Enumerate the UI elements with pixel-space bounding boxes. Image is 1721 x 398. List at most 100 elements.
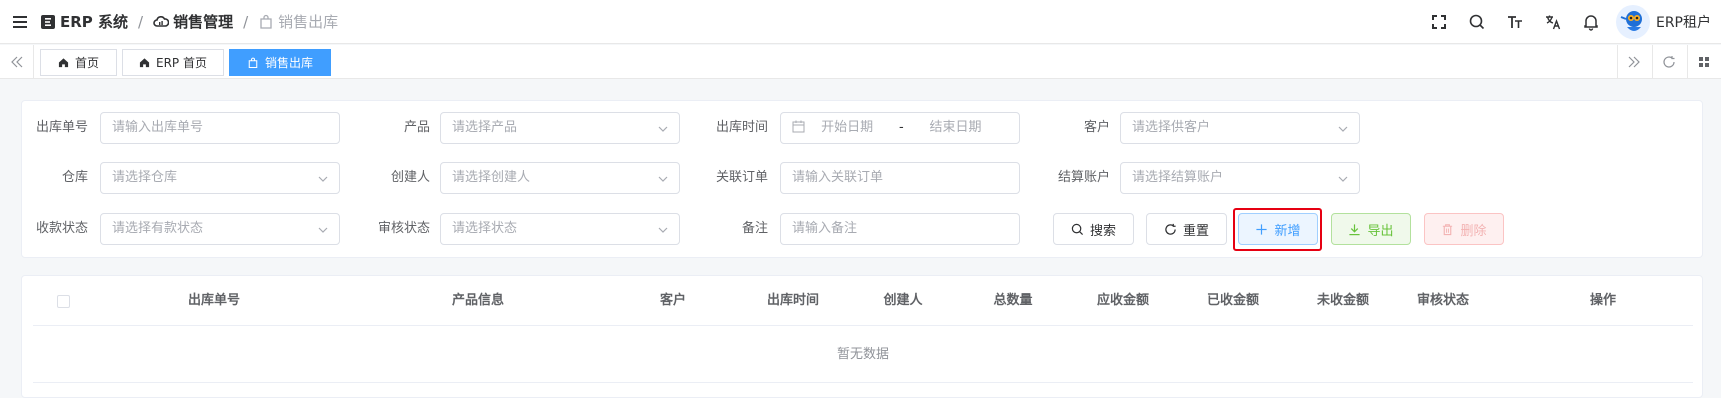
table-header: 出库单号 产品信息 客户 出库时间 创建人 总数量 应收金额 已收金额 未收金额… — [33, 276, 1693, 326]
avatar[interactable] — [1615, 5, 1650, 39]
fullscreen-icon[interactable] — [1420, 0, 1458, 44]
payment-status-placeholder: 请选择有款状态 — [112, 221, 204, 236]
outbound-no-label: 出库单号 — [35, 120, 88, 135]
bell-icon[interactable] — [1572, 0, 1610, 44]
product-select[interactable]: 请选择产品 — [440, 112, 680, 144]
tab-label: 销售出库 — [264, 56, 313, 70]
warehouse-label: 仓库 — [61, 170, 88, 185]
top-header: ERP 系统 / 销售管理 / 销售出库 ERP租户 — [0, 0, 1721, 44]
outbound-no-input[interactable]: 请输入出库单号 — [100, 112, 340, 144]
home-icon — [139, 57, 150, 68]
chevron-down-icon — [318, 176, 328, 182]
export-button-label: 导出 — [1367, 223, 1394, 239]
column-header[interactable]: 已收金额 — [1173, 276, 1293, 326]
column-header[interactable]: 产品信息 — [333, 276, 623, 326]
refresh-icon — [1164, 223, 1177, 236]
search-icon[interactable] — [1458, 0, 1496, 44]
select-all-checkbox[interactable] — [57, 295, 70, 308]
outbound-no-placeholder: 请输入出库单号 — [112, 120, 204, 135]
column-header[interactable]: 应收金额 — [1063, 276, 1183, 326]
end-date-placeholder[interactable]: 结束日期 — [929, 120, 981, 135]
tab-home[interactable]: 首页 — [40, 49, 117, 76]
chevron-down-icon — [658, 126, 668, 132]
remark-label: 备注 — [741, 221, 768, 236]
search-button[interactable]: 搜索 — [1053, 213, 1134, 245]
trash-icon — [1441, 223, 1454, 236]
font-size-icon[interactable] — [1496, 0, 1534, 44]
chevron-down-icon — [658, 227, 668, 233]
home-icon — [58, 57, 69, 68]
customer-select[interactable]: 请选择供客户 — [1120, 112, 1360, 144]
calendar-icon — [792, 120, 805, 132]
audit-status-placeholder: 请选择状态 — [452, 221, 518, 236]
start-date-placeholder[interactable]: 开始日期 — [821, 120, 873, 135]
column-header[interactable]: 出库时间 — [733, 276, 853, 326]
breadcrumb-section[interactable]: 销售管理 — [173, 11, 233, 32]
creator-select[interactable]: 请选择创建人 — [440, 162, 680, 194]
grid-menu-icon[interactable] — [1687, 45, 1719, 79]
add-button[interactable]: 新增 — [1238, 213, 1318, 245]
payment-status-select[interactable]: 请选择有款状态 — [100, 213, 340, 245]
remark-placeholder: 请输入备注 — [792, 221, 858, 236]
settlement-account-select[interactable]: 请选择结算账户 — [1120, 162, 1360, 194]
breadcrumb-root[interactable]: ERP 系统 — [60, 11, 128, 32]
chevron-down-icon — [1338, 176, 1348, 182]
export-button[interactable]: 导出 — [1331, 213, 1411, 245]
column-header[interactable]: 操作 — [1533, 276, 1673, 326]
column-header[interactable]: 审核状态 — [1383, 276, 1503, 326]
date-range-separator: - — [898, 120, 904, 135]
tags-view: 首页 ERP 首页 销售出库 — [0, 45, 1721, 79]
delete-button-label: 删除 — [1460, 223, 1487, 239]
outbound-date-range[interactable]: 开始日期 - 结束日期 — [780, 112, 1020, 144]
search-icon — [1071, 223, 1084, 236]
chevron-down-icon — [1338, 126, 1348, 132]
column-header[interactable]: 客户 — [623, 276, 723, 326]
reset-button[interactable]: 重置 — [1146, 213, 1227, 245]
user-menu[interactable]: ERP租户 — [1610, 0, 1721, 44]
refresh-icon[interactable] — [1652, 45, 1684, 79]
product-placeholder: 请选择产品 — [452, 120, 518, 135]
related-order-label: 关联订单 — [715, 170, 768, 185]
outbound-time-label: 出库时间 — [715, 120, 768, 135]
data-table: 出库单号 产品信息 客户 出库时间 创建人 总数量 应收金额 已收金额 未收金额… — [21, 275, 1703, 398]
breadcrumb: ERP 系统 / 销售管理 / 销售出库 — [40, 11, 338, 32]
add-button-label: 新增 — [1274, 223, 1301, 239]
column-header[interactable]: 总数量 — [963, 276, 1063, 326]
warehouse-select[interactable]: 请选择仓库 — [100, 162, 340, 194]
tab-erp-home[interactable]: ERP 首页 — [122, 49, 224, 76]
related-order-input[interactable]: 请输入关联订单 — [780, 162, 1020, 194]
column-header[interactable]: 出库单号 — [109, 276, 319, 326]
audit-status-label: 审核状态 — [377, 221, 430, 236]
delete-button[interactable]: 删除 — [1424, 213, 1504, 245]
payment-status-label: 收款状态 — [35, 221, 88, 236]
tab-label: ERP 首页 — [156, 56, 207, 70]
translate-icon[interactable] — [1534, 0, 1572, 44]
settlement-account-placeholder: 请选择结算账户 — [1132, 170, 1224, 185]
settlement-account-label: 结算账户 — [1057, 170, 1110, 185]
audit-status-select[interactable]: 请选择状态 — [440, 213, 680, 245]
customer-placeholder: 请选择供客户 — [1132, 120, 1211, 135]
empty-text: 暂无数据 — [33, 326, 1693, 383]
search-button-label: 搜索 — [1089, 223, 1116, 239]
erp-logo-icon — [40, 14, 56, 30]
tab-sales-outbound[interactable]: 销售出库 — [229, 49, 331, 76]
chevron-down-icon — [318, 227, 328, 233]
menu-toggle-icon[interactable] — [0, 0, 40, 44]
remark-input[interactable]: 请输入备注 — [780, 213, 1020, 245]
breadcrumb-separator: / — [243, 12, 249, 31]
chevron-down-icon — [658, 176, 668, 182]
scroll-right-icon[interactable] — [1617, 45, 1649, 79]
outbound-bag-icon — [258, 14, 274, 30]
header-tools: ERP租户 — [1420, 0, 1721, 44]
related-order-placeholder: 请输入关联订单 — [792, 170, 884, 185]
reset-button-label: 重置 — [1182, 223, 1209, 239]
column-header[interactable]: 创建人 — [853, 276, 953, 326]
product-label: 产品 — [403, 120, 430, 135]
plus-icon — [1255, 223, 1268, 236]
tab-label: 首页 — [74, 56, 99, 70]
download-icon — [1348, 223, 1361, 236]
breadcrumb-separator: / — [138, 12, 144, 31]
user-name: ERP租户 — [1655, 15, 1711, 31]
outbound-bag-icon — [247, 57, 259, 69]
scroll-left-icon[interactable] — [0, 45, 34, 79]
